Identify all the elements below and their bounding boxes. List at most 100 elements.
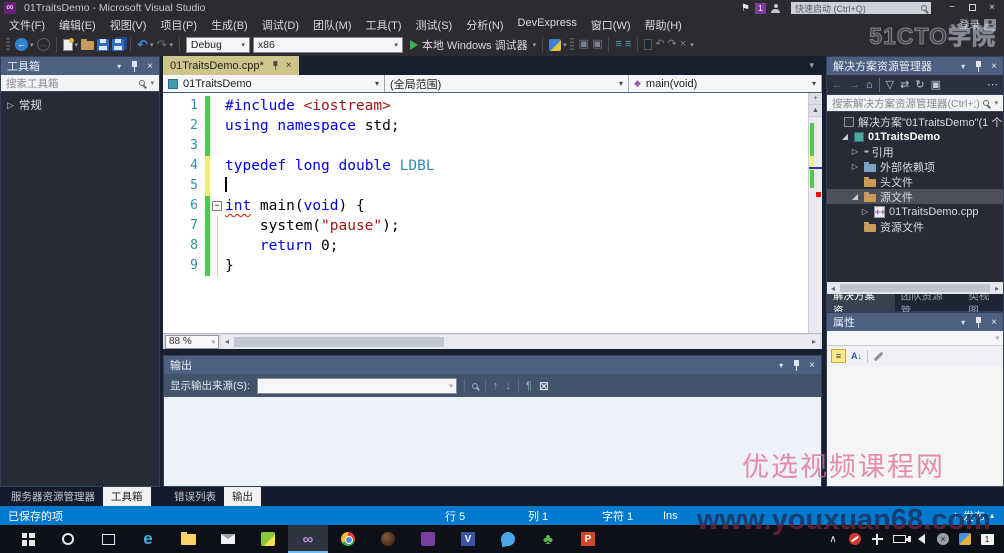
undo-button[interactable]: ↶▾ [137, 38, 153, 51]
taskbar-file-explorer[interactable] [168, 525, 208, 553]
next-message-icon[interactable]: ↓ [505, 380, 511, 392]
output-source-dropdown[interactable]: ▾ [257, 378, 457, 394]
pin-icon[interactable] [974, 61, 982, 72]
menu-item[interactable]: 项目(P) [153, 17, 204, 33]
taskbar-powerpoint[interactable]: P [568, 525, 608, 553]
taskbar-task-view[interactable] [88, 525, 128, 553]
dock-tab[interactable]: 输出 [224, 487, 261, 506]
tree-item[interactable]: ▷▪▪引用 [827, 144, 1003, 159]
editor-vertical-scrollbar[interactable]: + ▲ [808, 93, 822, 333]
document-list-icon[interactable]: ▾ [801, 60, 822, 71]
menu-item[interactable]: 生成(B) [204, 17, 255, 33]
code-text[interactable]: return 0; [225, 236, 339, 256]
quick-launch-search[interactable]: 快速启动 (Ctrl+Q) [791, 2, 931, 14]
home-icon[interactable]: ⌂ [866, 79, 873, 91]
comment-lines-icon[interactable]: ≡ [615, 38, 621, 51]
menu-item[interactable]: 视图(V) [103, 17, 154, 33]
explorer-tab[interactable]: 类视图 [962, 294, 1003, 311]
collapsed-arrow-icon[interactable]: ▷ [850, 162, 860, 171]
explorer-tab[interactable]: 团队资源管... [895, 294, 963, 311]
tray-notification[interactable]: 1 [976, 525, 998, 553]
menu-item[interactable]: 文件(F) [2, 17, 52, 33]
collapsed-arrow-icon[interactable]: ▷ [850, 147, 860, 156]
taskbar-edge[interactable]: e [128, 525, 168, 553]
pin-icon[interactable] [792, 360, 800, 371]
navigate-forward-button[interactable]: → [37, 38, 50, 51]
code-text[interactable]: int main(void) { [225, 196, 365, 216]
window-position-icon[interactable]: ▾ [961, 62, 965, 71]
sign-in-button[interactable]: 登录 [959, 17, 996, 32]
solution-platform-dropdown[interactable]: x86▾ [253, 37, 403, 53]
word-wrap-icon[interactable]: ¶ [526, 380, 532, 392]
refresh-icon[interactable]: ↻ [915, 78, 924, 91]
menu-item[interactable]: 帮助(H) [638, 17, 689, 33]
menu-item[interactable]: 调试(D) [255, 17, 306, 33]
close-icon[interactable]: × [809, 360, 815, 371]
document-tab[interactable]: 01TraitsDemo.cpp* × [163, 56, 299, 75]
taskbar-chrome[interactable] [328, 525, 368, 553]
tray-security[interactable] [844, 525, 866, 553]
menu-item[interactable]: 工具(T) [359, 17, 409, 33]
save-button[interactable] [97, 39, 109, 51]
window-position-icon[interactable]: ▾ [117, 62, 121, 71]
filter-icon[interactable]: ▽ [886, 78, 894, 91]
window-position-icon[interactable]: ▾ [779, 361, 783, 370]
dock-tab[interactable]: 错误列表 [166, 487, 224, 506]
tree-item[interactable]: ◢01TraitsDemo [827, 129, 1003, 144]
clear-all-output-icon[interactable]: ⊠ [539, 379, 549, 393]
properties-header[interactable]: 属性 ▾ × [827, 313, 1003, 331]
tree-item[interactable]: ▷++01TraitsDemo.cpp [827, 204, 1003, 219]
find-message-icon[interactable] [472, 383, 478, 389]
attach-to-process-button[interactable]: ▾ [549, 39, 567, 51]
tree-item[interactable]: 头文件 [827, 174, 1003, 189]
dock-tab[interactable]: 服务器资源管理器 [3, 487, 103, 506]
previous-message-icon[interactable]: ↑ [493, 380, 499, 392]
explorer-horizontal-scrollbar[interactable]: ◂ ▸ [827, 282, 1003, 294]
expanded-arrow-icon[interactable]: ◢ [850, 192, 860, 201]
bookmark-icon[interactable] [644, 39, 652, 50]
window-position-icon[interactable]: ▾ [961, 318, 965, 327]
close-icon[interactable]: × [991, 61, 997, 72]
scroll-up-icon[interactable]: ▲ [809, 105, 822, 117]
scroll-left-icon[interactable]: ◂ [221, 335, 233, 349]
output-header[interactable]: 输出 ▾ × [164, 356, 821, 374]
code-text[interactable]: system("pause"); [225, 216, 400, 236]
scroll-right-icon[interactable]: ▸ [991, 282, 1003, 294]
next-bookmark-icon[interactable]: ↷ [668, 38, 677, 51]
toolbar-overflow-icon[interactable]: ⋯ [987, 78, 998, 91]
solution-explorer-search-input[interactable]: 搜索解决方案资源管理器(Ctrl+;) ▾ [827, 95, 1003, 112]
taskbar-eclipse[interactable] [368, 525, 408, 553]
taskbar-mail[interactable] [208, 525, 248, 553]
show-all-files-icon[interactable]: ▣ [931, 78, 941, 91]
taskbar-visio[interactable]: V [448, 525, 488, 553]
project-dropdown[interactable]: 01TraitsDemo ▾ [163, 75, 385, 92]
solution-configuration-dropdown[interactable]: Debug▾ [186, 37, 250, 53]
expanded-arrow-icon[interactable]: ◢ [840, 132, 850, 141]
menu-item[interactable]: 窗口(W) [584, 17, 638, 33]
forward-icon[interactable]: → [849, 79, 860, 91]
pin-tab-icon[interactable] [272, 61, 278, 70]
taskbar-dev-app[interactable] [408, 525, 448, 553]
start-debug-button[interactable]: 本地 Windows 调试器▾ [410, 37, 536, 53]
close-icon[interactable]: × [147, 61, 153, 72]
scroll-right-icon[interactable]: ▸ [808, 335, 820, 349]
scrollbar-thumb[interactable] [234, 337, 444, 347]
code-editor[interactable]: 1#include <iostream>2using namespace std… [163, 93, 822, 333]
scrollbar-thumb[interactable] [840, 284, 990, 292]
publish-button[interactable]: ↑ 发布 ▴ [953, 506, 994, 525]
property-pages-icon[interactable] [874, 351, 884, 361]
toolbox-header[interactable]: 工具箱 ▾ × [1, 57, 159, 75]
menu-item[interactable]: 分析(N) [459, 17, 510, 33]
code-text[interactable]: using namespace std; [225, 116, 400, 136]
back-icon[interactable]: ← [832, 79, 843, 91]
alphabetical-sort-icon[interactable]: A↓ [851, 351, 862, 361]
tree-item[interactable]: ▷外部依赖项 [827, 159, 1003, 174]
scroll-left-icon[interactable]: ◂ [827, 282, 839, 294]
tray-app[interactable] [954, 525, 976, 553]
explorer-tab[interactable]: 解决方案资... [827, 294, 895, 311]
open-file-button[interactable] [81, 39, 94, 50]
member-dropdown[interactable]: ◆ main(void) ▾ [629, 75, 822, 92]
menu-item[interactable]: 测试(S) [409, 17, 460, 33]
menu-item[interactable]: 编辑(E) [52, 17, 103, 33]
pin-icon[interactable] [130, 61, 138, 72]
